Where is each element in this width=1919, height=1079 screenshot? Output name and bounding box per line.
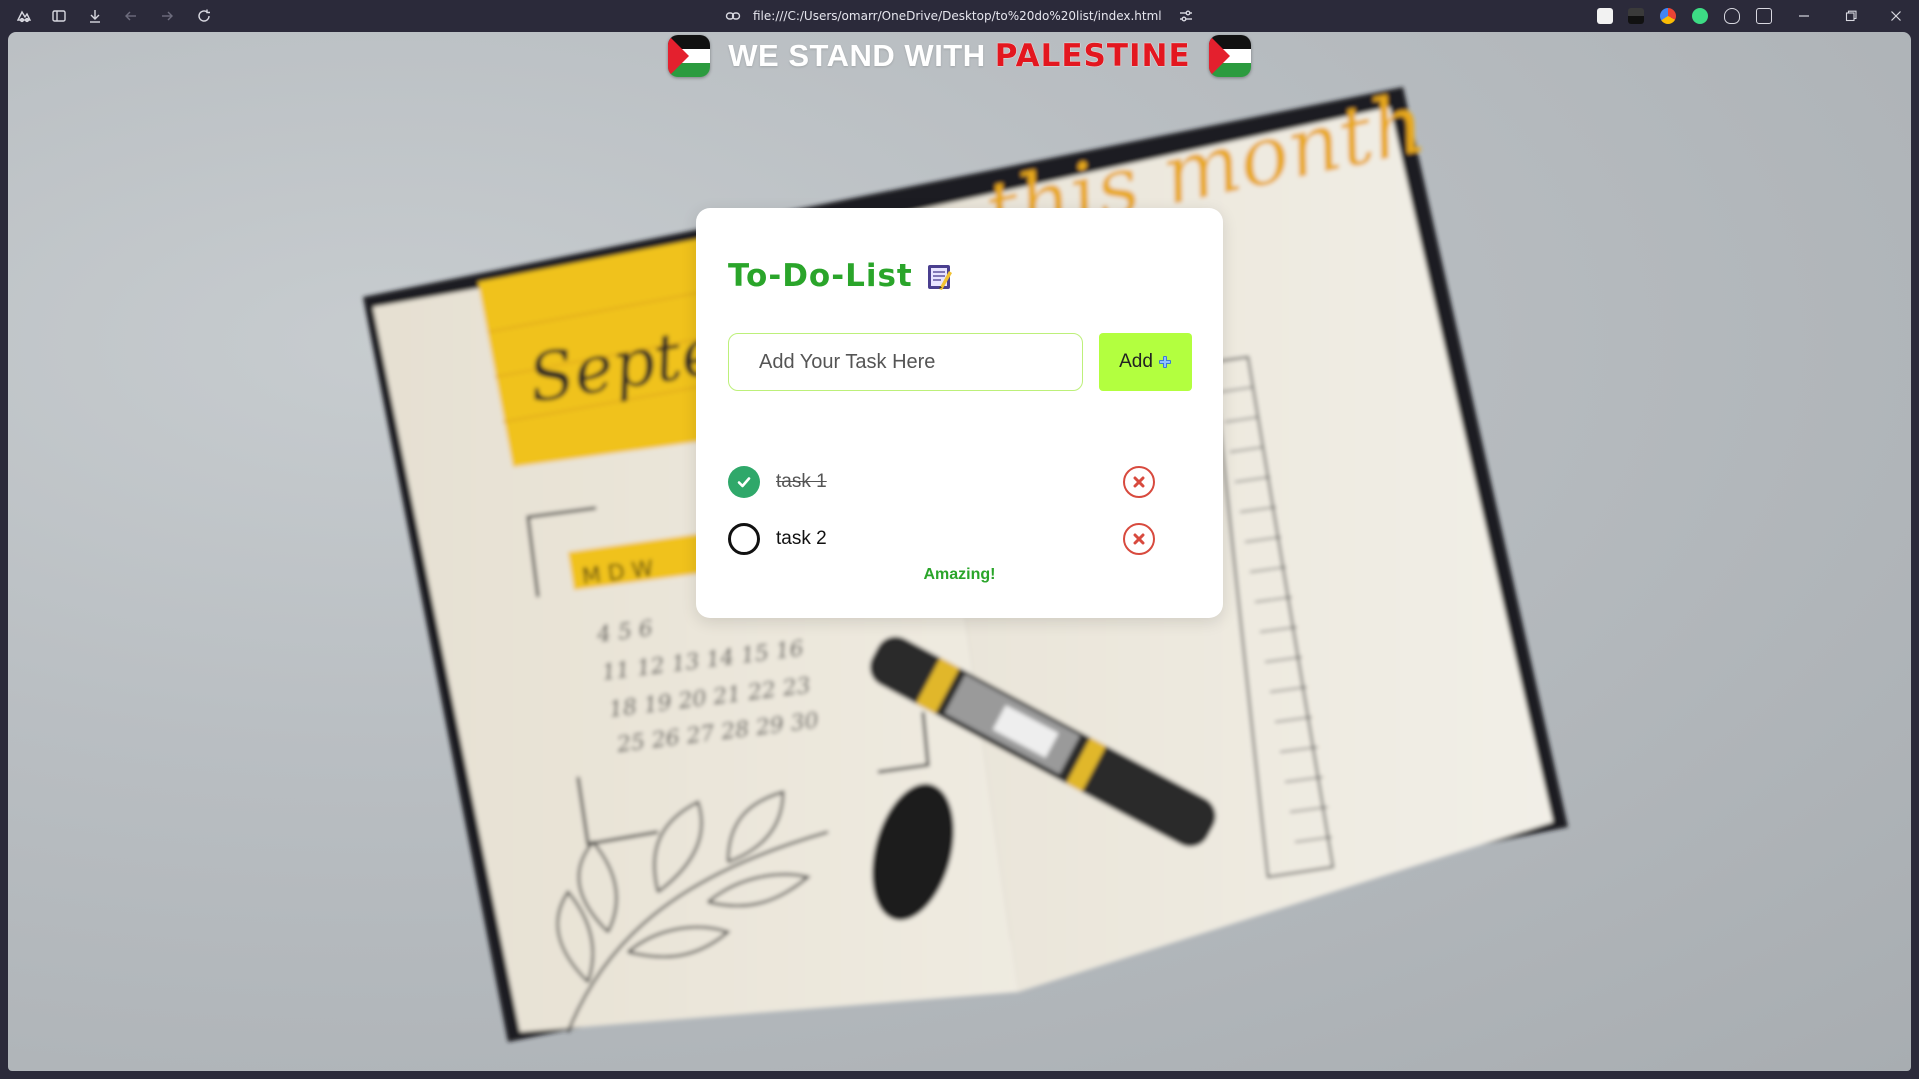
- task-input[interactable]: [728, 333, 1083, 391]
- palestine-flag-icon: [1208, 35, 1251, 77]
- unchecked-circle-icon[interactable]: [728, 523, 760, 555]
- browser-toolbar: file:///C:/Users/omarr/OneDrive/Desktop/…: [0, 0, 1919, 32]
- task-item[interactable]: task 2: [728, 522, 1155, 556]
- solidarity-banner: WE STAND WITH PALESTINE: [8, 32, 1911, 80]
- address-bar[interactable]: file:///C:/Users/omarr/OneDrive/Desktop/…: [725, 7, 1194, 25]
- card-header: To-Do-List: [728, 258, 955, 294]
- close-window-icon[interactable]: [1885, 6, 1907, 26]
- task-item[interactable]: task 1: [728, 465, 1155, 499]
- back-icon[interactable]: [123, 8, 139, 24]
- plus-icon: [1158, 356, 1171, 368]
- banner-text: WE STAND WITH PALESTINE: [728, 38, 1190, 74]
- reload-icon[interactable]: [196, 8, 212, 24]
- banner-accent: PALESTINE: [994, 38, 1191, 74]
- minimize-icon[interactable]: [1793, 6, 1815, 26]
- sidebar-icon[interactable]: [51, 8, 67, 24]
- restore-icon[interactable]: [1840, 6, 1862, 26]
- checked-circle-icon[interactable]: [728, 466, 760, 498]
- task-text: task 1: [776, 471, 827, 492]
- workspaces-icon[interactable]: [16, 8, 32, 24]
- status-message: Amazing!: [923, 566, 996, 583]
- extension-b-icon[interactable]: [1597, 8, 1613, 24]
- todo-card: To-Do-List Add Your Task Here Add task 1…: [696, 208, 1223, 618]
- download-icon[interactable]: [87, 8, 103, 24]
- remove-task-icon[interactable]: [1123, 523, 1155, 555]
- link-icon: [725, 8, 741, 24]
- page-viewport: Septem this month M D W 4 5 6 11 12 13 1…: [8, 32, 1911, 1071]
- notepad-icon: [927, 265, 952, 290]
- palestine-flag-icon: [668, 35, 711, 77]
- app-title: To-Do-List: [728, 258, 913, 294]
- forward-icon[interactable]: [159, 8, 175, 24]
- extension-whatsapp-icon[interactable]: [1692, 8, 1708, 24]
- remove-task-icon[interactable]: [1123, 466, 1155, 498]
- extension-bulb-icon[interactable]: [1724, 8, 1740, 24]
- banner-text-main: WE STAND WITH: [728, 38, 995, 73]
- task-text: task 2: [776, 528, 827, 549]
- extension-color-icon[interactable]: [1660, 8, 1676, 24]
- extension-flag-icon[interactable]: [1628, 8, 1644, 24]
- split-view-icon[interactable]: [1756, 8, 1772, 24]
- url-text[interactable]: file:///C:/Users/omarr/OneDrive/Desktop/…: [753, 9, 1162, 23]
- tune-icon[interactable]: [1178, 8, 1194, 24]
- add-button-label: Add: [1119, 351, 1153, 372]
- add-task-button[interactable]: Add: [1099, 333, 1192, 391]
